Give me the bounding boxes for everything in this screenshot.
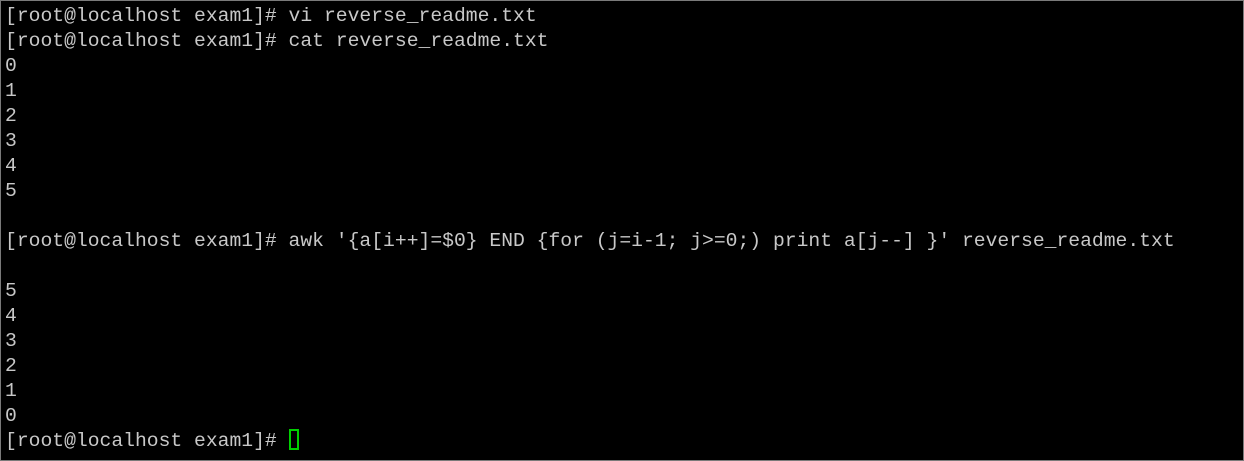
terminal-line: 3	[5, 130, 17, 152]
terminal-window[interactable]: [root@localhost exam1]# vi reverse_readm…	[0, 0, 1244, 461]
terminal-line: 5	[5, 180, 17, 202]
cursor-icon[interactable]	[288, 429, 299, 450]
terminal-line: 5	[5, 280, 17, 302]
terminal-line: [root@localhost exam1]# awk '{a[i++]=$0}…	[5, 230, 1175, 252]
terminal-line: 1	[5, 380, 17, 402]
terminal-line: [root@localhost exam1]# cat reverse_read…	[5, 30, 549, 52]
terminal-prompt-line[interactable]: [root@localhost exam1]#	[5, 429, 1243, 454]
terminal-line: 0	[5, 55, 17, 77]
shell-prompt: [root@localhost exam1]#	[5, 430, 289, 452]
terminal-line: 2	[5, 105, 17, 127]
terminal-line: 0	[5, 405, 17, 427]
terminal-line: 4	[5, 155, 17, 177]
terminal-line: [root@localhost exam1]# vi reverse_readm…	[5, 5, 537, 27]
terminal-line: 1	[5, 80, 17, 102]
terminal-line: 4	[5, 305, 17, 327]
terminal-line: 2	[5, 355, 17, 377]
terminal-line: 3	[5, 330, 17, 352]
